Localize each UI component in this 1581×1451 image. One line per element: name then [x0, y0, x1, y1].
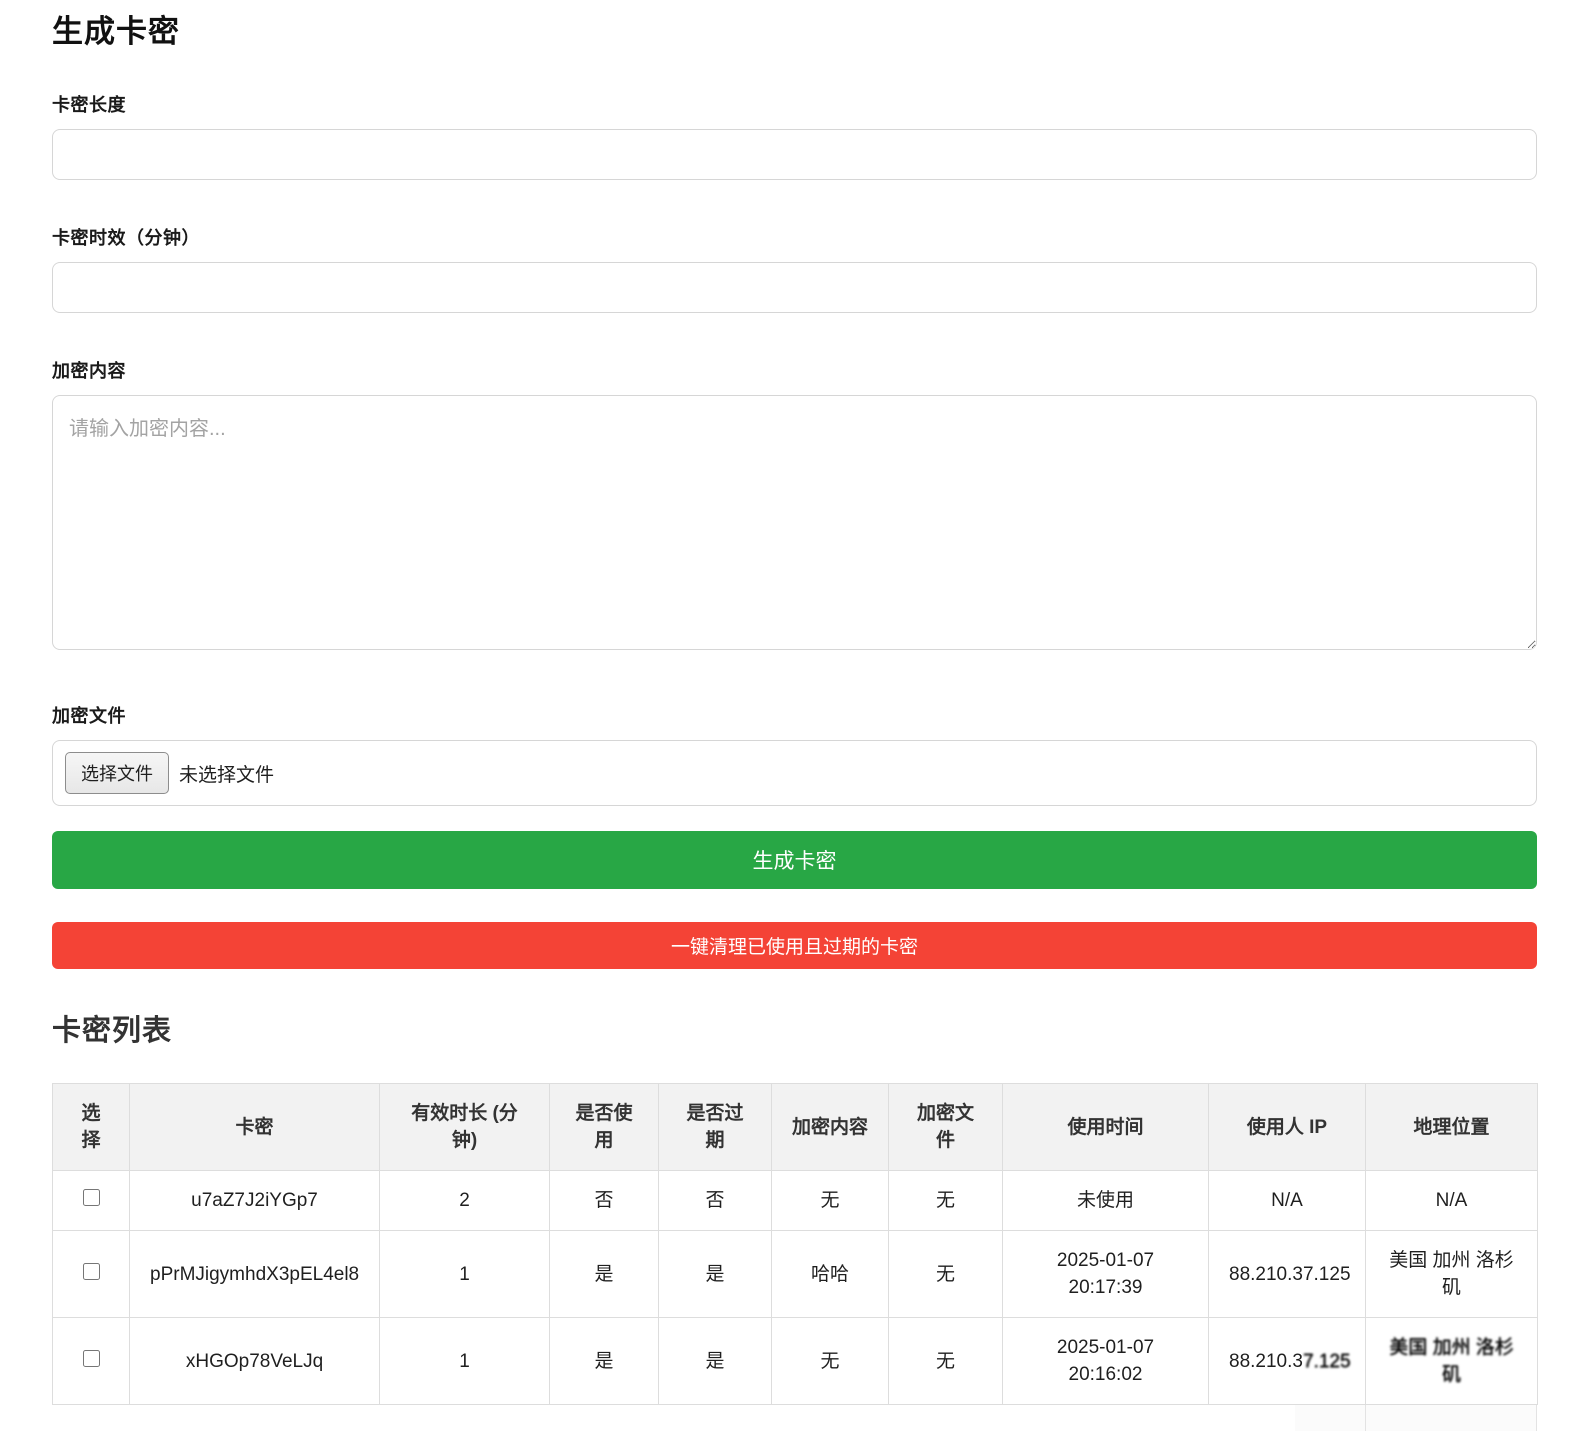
generate-key-button[interactable]: 生成卡密: [52, 831, 1537, 889]
table-cutoff-row: [52, 1405, 1537, 1431]
used-cell: 是: [550, 1318, 659, 1405]
file-cell: 无: [889, 1318, 1003, 1405]
expired-cell: 是: [659, 1231, 772, 1318]
header-select: 选择: [53, 1084, 130, 1171]
expired-cell: 否: [659, 1171, 772, 1231]
use-time-cell: 2025-01-07 20:17:39: [1003, 1231, 1209, 1318]
header-location: 地理位置: [1366, 1084, 1538, 1171]
file-status-text: 未选择文件: [179, 760, 274, 787]
header-duration: 有效时长 (分钟): [380, 1084, 550, 1171]
key-length-input[interactable]: [52, 129, 1537, 180]
table-row: u7aZ7J2iYGp7 2 否 否 无 无 未使用 N/A N/A: [53, 1171, 1538, 1231]
row-checkbox[interactable]: [83, 1350, 100, 1367]
field-encrypted-content: 加密内容: [52, 357, 1537, 650]
field-key-length: 卡密长度: [52, 91, 1537, 180]
file-cell: 无: [889, 1171, 1003, 1231]
ip-smudged-part: 7.125: [1303, 1351, 1351, 1372]
key-list-title: 卡密列表: [52, 1007, 1537, 1049]
row-checkbox[interactable]: [83, 1189, 100, 1206]
key-length-label: 卡密长度: [52, 91, 1537, 117]
location-cell: 美国 加州 洛杉矶: [1366, 1231, 1538, 1318]
location-cell: 美国 加州 洛杉矶: [1366, 1318, 1538, 1405]
field-key-duration: 卡密时效（分钟）: [52, 224, 1537, 313]
table-row: xHGOp78VeLJq 1 是 是 无 无 2025-01-07 20:16:…: [53, 1318, 1538, 1405]
used-cell: 是: [550, 1231, 659, 1318]
use-time-cell: 2025-01-07 20:16:02: [1003, 1318, 1209, 1405]
encrypted-content-label: 加密内容: [52, 357, 1537, 383]
header-content: 加密内容: [772, 1084, 889, 1171]
table-header-row: 选择 卡密 有效时长 (分钟) 是否使用 是否过期 加密内容 加密文件 使用时间…: [53, 1084, 1538, 1171]
ip-cell: N/A: [1209, 1171, 1366, 1231]
ip-clear-part: 88.210.3: [1229, 1351, 1303, 1372]
key-duration-label: 卡密时效（分钟）: [52, 224, 1537, 250]
location-smudged-text: 美国 加州 洛杉矶: [1389, 1337, 1514, 1385]
header-expired: 是否过期: [659, 1084, 772, 1171]
location-cell: N/A: [1366, 1171, 1538, 1231]
cutoff-table-edge: [1536, 1405, 1537, 1431]
used-cell: 否: [550, 1171, 659, 1231]
field-encrypted-file: 加密文件 选择文件 未选择文件: [52, 702, 1537, 806]
key-cell: u7aZ7J2iYGp7: [130, 1171, 380, 1231]
header-file: 加密文件: [889, 1084, 1003, 1171]
ip-cell: 88.210.37.125: [1209, 1231, 1366, 1318]
table-row: pPrMJigymhdX3pEL4el8 1 是 是 哈哈 无 2025-01-…: [53, 1231, 1538, 1318]
content-cell: 无: [772, 1171, 889, 1231]
page-container: 生成卡密 卡密长度 卡密时效（分钟） 加密内容 加密文件 选择文件 未选择文件 …: [0, 0, 1581, 1451]
key-table: 选择 卡密 有效时长 (分钟) 是否使用 是否过期 加密内容 加密文件 使用时间…: [52, 1083, 1538, 1405]
duration-cell: 1: [380, 1318, 550, 1405]
use-time-cell: 未使用: [1003, 1171, 1209, 1231]
expired-cell: 是: [659, 1318, 772, 1405]
header-used: 是否使用: [550, 1084, 659, 1171]
key-duration-input[interactable]: [52, 262, 1537, 313]
cleanup-expired-button[interactable]: 一键清理已使用且过期的卡密: [52, 922, 1537, 969]
row-checkbox[interactable]: [83, 1263, 100, 1280]
header-user-ip: 使用人 IP: [1209, 1084, 1366, 1171]
key-cell: xHGOp78VeLJq: [130, 1318, 380, 1405]
choose-file-button[interactable]: 选择文件: [65, 752, 169, 794]
page-title: 生成卡密: [52, 6, 1537, 51]
cutoff-column-border: [1365, 1405, 1366, 1431]
encrypted-file-label: 加密文件: [52, 702, 1537, 728]
cutoff-cell-tint: [1295, 1405, 1537, 1431]
select-cell: [53, 1231, 130, 1318]
header-use-time: 使用时间: [1003, 1084, 1209, 1171]
duration-cell: 1: [380, 1231, 550, 1318]
ip-cell: 88.210.37.125: [1209, 1318, 1366, 1405]
file-cell: 无: [889, 1231, 1003, 1318]
encrypted-content-textarea[interactable]: [52, 395, 1537, 650]
select-cell: [53, 1171, 130, 1231]
file-input[interactable]: 选择文件 未选择文件: [52, 740, 1537, 806]
content-cell: 无: [772, 1318, 889, 1405]
key-cell: pPrMJigymhdX3pEL4el8: [130, 1231, 380, 1318]
select-cell: [53, 1318, 130, 1405]
duration-cell: 2: [380, 1171, 550, 1231]
header-key: 卡密: [130, 1084, 380, 1171]
content-cell: 哈哈: [772, 1231, 889, 1318]
